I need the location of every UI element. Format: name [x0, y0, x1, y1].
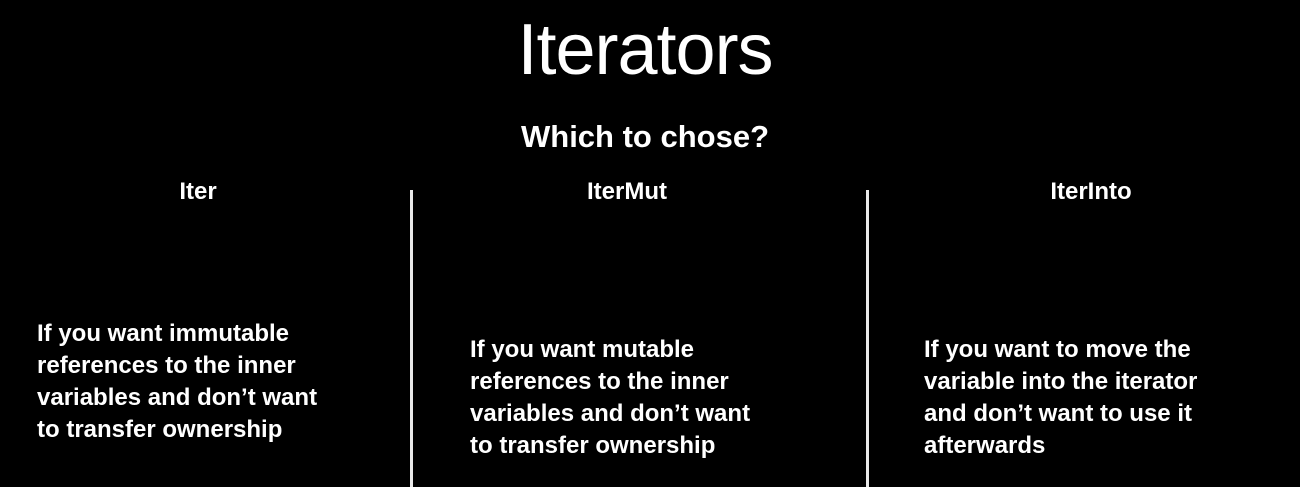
slide-subtitle: Which to chose? [521, 119, 769, 154]
column-divider-1 [410, 190, 413, 487]
slide: Iterators Which to chose? Iter If you wa… [0, 0, 1300, 487]
column-heading-iterinto: IterInto [1050, 178, 1132, 205]
column-heading-iter: Iter [179, 178, 217, 205]
column-divider-2 [866, 190, 869, 487]
column-body-iterinto: If you want to move the variable into th… [924, 336, 1198, 459]
column-body-iter: If you want immutable references to the … [37, 320, 318, 443]
column-heading-itermut: IterMut [587, 178, 667, 205]
column-body-itermut: If you want mutable references to the in… [470, 336, 751, 459]
slide-title: Iterators [517, 10, 773, 90]
